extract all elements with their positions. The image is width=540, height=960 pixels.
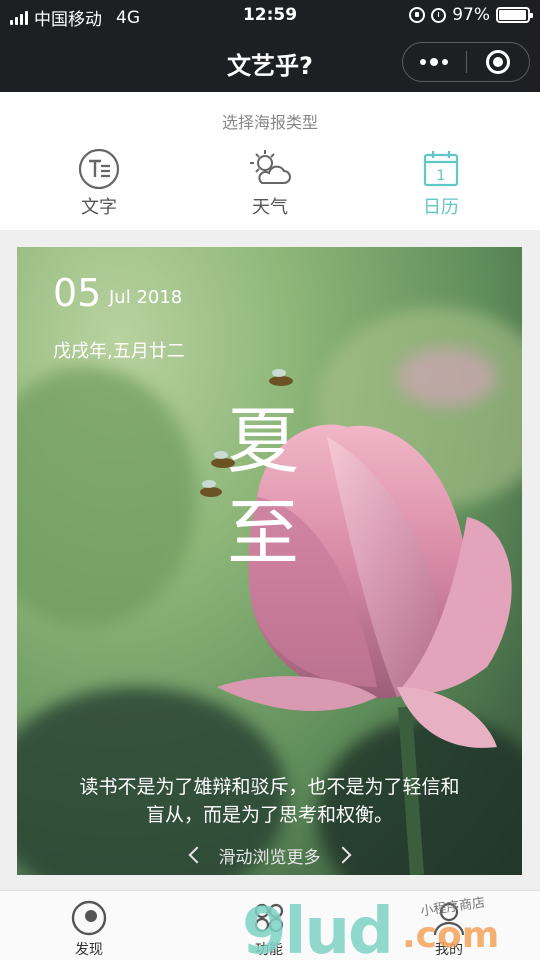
watermark-suffix: .com (402, 915, 500, 956)
selector-prompt: 选择海报类型 (221, 113, 318, 132)
chevron-left-icon[interactable] (188, 846, 205, 864)
calendar-icon-number: 1 (437, 168, 446, 184)
poster-lunar-date: 戊戌年,五月廿二 (53, 341, 185, 362)
solar-term: 夏 至 (227, 395, 299, 579)
close-target-icon (485, 50, 510, 74)
calendar-icon: 1 (419, 147, 463, 191)
watermark-logo: 9lud (242, 895, 394, 960)
type-label: 天气 (252, 197, 288, 218)
nav-bar: 文艺乎? (0, 32, 540, 92)
quote-line: 读书不是为了雄辩和驳斥，也不是为了轻信和 (79, 776, 460, 798)
browse-hint: 滑动浏览更多 (17, 843, 522, 868)
alarm-icon (431, 7, 447, 23)
poster-day: 05 (53, 271, 102, 315)
tab-label: 发现 (75, 942, 103, 958)
poster-month-year: Jul 2018 (109, 287, 183, 308)
dot-icon (442, 59, 449, 65)
quote-line: 盲从，而是为了思考和权衡。 (145, 804, 393, 826)
dot-icon (430, 58, 439, 66)
type-calendar[interactable]: 1 日历 (396, 147, 486, 219)
tab-discover[interactable]: 发现 (49, 899, 129, 959)
weather-icon (248, 147, 292, 191)
more-button[interactable] (403, 43, 466, 81)
type-weather[interactable]: 天气 (225, 147, 315, 219)
status-right: 97% (409, 5, 533, 25)
miniprogram-capsule (402, 42, 530, 82)
type-text[interactable]: 文字 (54, 147, 144, 219)
browse-label: 滑动浏览更多 (218, 848, 321, 868)
type-label: 文字 (81, 197, 117, 218)
status-bar: 中国移动 4G 12:59 97% (0, 0, 540, 32)
type-label: 日历 (423, 197, 459, 218)
solar-term-char: 至 (227, 491, 300, 575)
poster-type-selector: 选择海报类型 文字 天气 1 日历 (0, 92, 540, 230)
battery-icon (496, 7, 533, 23)
chevron-right-icon[interactable] (334, 846, 351, 864)
rotation-lock-icon (409, 7, 426, 23)
battery-percent: 97% (452, 5, 490, 25)
solar-term-char: 夏 (227, 399, 300, 483)
calendar-poster[interactable]: 05 Jul 2018 戊戌年,五月廿二 夏 至 读书不是为了雄辩和驳斥，也不是… (17, 247, 522, 875)
discover-icon (70, 899, 108, 937)
dot-icon (420, 59, 427, 65)
poster-quote: 读书不是为了雄辩和驳斥，也不是为了轻信和 盲从，而是为了思考和权衡。 (17, 773, 522, 829)
close-button[interactable] (466, 43, 529, 81)
text-icon (77, 147, 121, 191)
